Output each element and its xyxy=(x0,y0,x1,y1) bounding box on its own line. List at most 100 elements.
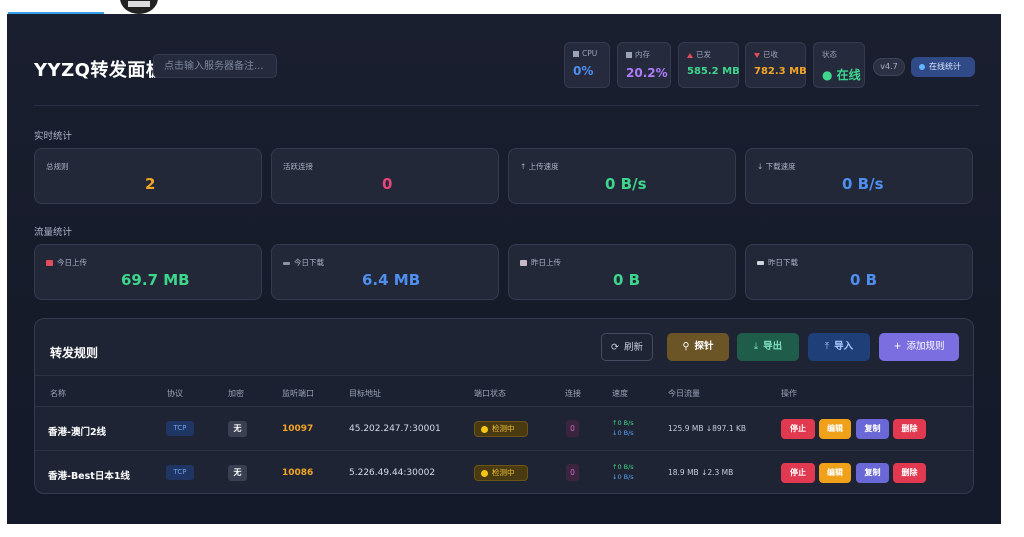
download-speed-value: 0 B/s xyxy=(842,175,884,193)
probe-button[interactable]: ⚲ 探针 xyxy=(667,333,729,361)
refresh-button[interactable]: ⟳ 刷新 xyxy=(601,333,653,361)
yesterday-upload-value: 0 B xyxy=(613,271,641,289)
received-value: 782.3 MB xyxy=(754,66,807,77)
rule-name: 香港-澳门2线 xyxy=(48,427,107,438)
cpu-value: 0% xyxy=(573,64,594,78)
target-address: 45.202.247.7:30001 xyxy=(349,424,441,434)
protocol-badge: TCP xyxy=(166,465,194,480)
online-indicator-icon xyxy=(919,63,925,70)
today-upload-value: 69.7 MB xyxy=(121,271,190,289)
app-window: YYZQ转发面板 CPU 0% 内存 20.2% 已发 585.2 MB 已收 … xyxy=(7,14,1001,524)
version-badge: v4.7 xyxy=(873,58,905,76)
delete-button[interactable]: 删除 xyxy=(893,419,926,439)
copy-button[interactable]: 复制 xyxy=(856,463,889,483)
received-arrow-icon xyxy=(754,52,760,58)
today-traffic: 18.9 MB ↓2.3 MB xyxy=(668,468,734,477)
total-rules-value: 2 xyxy=(145,175,156,193)
browser-strip xyxy=(0,0,1024,14)
plus-icon: + xyxy=(893,341,902,352)
refresh-icon: ⟳ xyxy=(611,342,619,353)
upload-speed-value: 0 B/s xyxy=(605,175,647,193)
download-speed-card: ↓ 下载速度 0 B/s xyxy=(745,148,973,204)
server-note-input[interactable] xyxy=(153,54,277,78)
sent-chip: 已发 585.2 MB xyxy=(678,42,740,88)
target-address: 5.226.49.44:30002 xyxy=(349,468,436,478)
export-button[interactable]: ⤓ 导出 xyxy=(737,333,799,361)
edit-button[interactable]: 编辑 xyxy=(819,463,851,483)
online-stats-button[interactable]: 在线统计 xyxy=(911,57,975,77)
download-arrow-icon: ↓ xyxy=(757,162,766,171)
stop-button[interactable]: 停止 xyxy=(781,463,815,483)
column-header[interactable]: 端口状态 xyxy=(474,388,506,399)
download-icon: ⤓ xyxy=(753,341,759,352)
memory-value: 20.2% xyxy=(626,66,668,80)
column-header[interactable]: 速度 xyxy=(612,388,628,399)
yesterday-download-value: 0 B xyxy=(850,271,878,289)
tray-icon xyxy=(283,261,290,265)
add-rule-button[interactable]: + 添加规则 xyxy=(879,333,959,361)
rules-panel: 转发规则 ⟳ 刷新 ⚲ 探针 ⤓ 导出 ⤒ 导入 + 添加规则 名称 协议 加密 监听端口… xyxy=(34,318,974,494)
copy-button[interactable]: 复制 xyxy=(856,419,889,439)
upload-speed-card: ↑ 上传速度 0 B/s xyxy=(508,148,736,204)
column-header[interactable]: 今日流量 xyxy=(668,388,700,399)
stop-button[interactable]: 停止 xyxy=(781,419,815,439)
sent-value: 585.2 MB xyxy=(687,66,740,77)
import-button[interactable]: ⤒ 导入 xyxy=(808,333,870,361)
online-dot-icon: ● xyxy=(822,68,837,82)
cpu-chip: CPU 0% xyxy=(564,42,610,88)
connection-count: 0 xyxy=(566,420,579,437)
column-header[interactable]: 目标地址 xyxy=(349,388,381,399)
protocol-badge: TCP xyxy=(166,421,194,436)
column-header[interactable]: 加密 xyxy=(228,388,244,399)
rules-table-header: 名称 协议 加密 监听端口 目标地址 端口状态 连接 速度 今日流量 操作 xyxy=(35,375,973,407)
connection-count: 0 xyxy=(566,464,579,481)
today-traffic: 125.9 MB ↓897.1 KB xyxy=(668,424,747,433)
port-status-badge: 检测中 xyxy=(474,465,528,481)
port-status-badge: 检测中 xyxy=(474,421,528,437)
yesterday-upload-card: 昨日上传 0 B xyxy=(508,244,736,300)
today-download-value: 6.4 MB xyxy=(362,271,421,289)
table-row[interactable]: 香港-澳门2线 TCP 无 10097 45.202.247.7:30001 检… xyxy=(35,407,973,451)
realtime-section-label: 实时统计 xyxy=(34,131,73,142)
total-rules-card: 总规则 2 xyxy=(34,148,262,204)
calendar-icon xyxy=(46,260,53,266)
received-chip: 已收 782.3 MB xyxy=(745,42,807,88)
status-chip: 状态 ● 在线 xyxy=(813,42,865,88)
status-value: ● 在线 xyxy=(822,68,861,82)
delete-button[interactable]: 删除 xyxy=(893,463,926,483)
listen-port: 10097 xyxy=(282,424,314,434)
yesterday-download-card: 昨日下载 0 B xyxy=(745,244,973,300)
speed-cell: ↑0 B/s ↓0 B/s xyxy=(612,419,634,437)
memory-icon xyxy=(626,52,632,58)
table-row[interactable]: 香港-Best日本1线 TCP 无 10086 5.226.49.44:3000… xyxy=(35,451,973,493)
active-connections-card: 活跃连接 0 xyxy=(271,148,499,204)
brand-title: YYZQ转发面板 xyxy=(34,60,165,81)
column-header[interactable]: 名称 xyxy=(50,388,66,399)
cpu-icon xyxy=(573,51,579,57)
sent-arrow-icon xyxy=(687,52,693,58)
today-upload-card: 今日上传 69.7 MB xyxy=(34,244,262,300)
browser-avatar[interactable] xyxy=(120,0,158,14)
encryption-badge: 无 xyxy=(228,421,247,437)
calendar-icon xyxy=(520,260,527,266)
upload-icon: ⤒ xyxy=(824,341,830,352)
active-connections-value: 0 xyxy=(382,175,393,193)
speed-cell: ↑0 B/s ↓0 B/s xyxy=(612,463,634,481)
card-icon xyxy=(757,261,764,265)
rule-name: 香港-Best日本1线 xyxy=(48,471,130,482)
column-header[interactable]: 监听端口 xyxy=(282,388,314,399)
rules-title: 转发规则 xyxy=(50,346,99,360)
upload-arrow-icon: ↑ xyxy=(520,162,529,171)
column-header[interactable]: 协议 xyxy=(167,388,183,399)
today-download-card: 今日下载 6.4 MB xyxy=(271,244,499,300)
search-icon: ⚲ xyxy=(682,341,690,352)
traffic-section-label: 流量统计 xyxy=(34,227,73,238)
header-divider xyxy=(34,105,979,106)
listen-port: 10086 xyxy=(282,468,314,478)
column-header[interactable]: 操作 xyxy=(781,388,797,399)
edit-button[interactable]: 编辑 xyxy=(819,419,851,439)
memory-chip: 内存 20.2% xyxy=(617,42,671,88)
status-dot-icon xyxy=(481,425,488,433)
status-dot-icon xyxy=(481,469,488,477)
column-header[interactable]: 连接 xyxy=(565,388,581,399)
